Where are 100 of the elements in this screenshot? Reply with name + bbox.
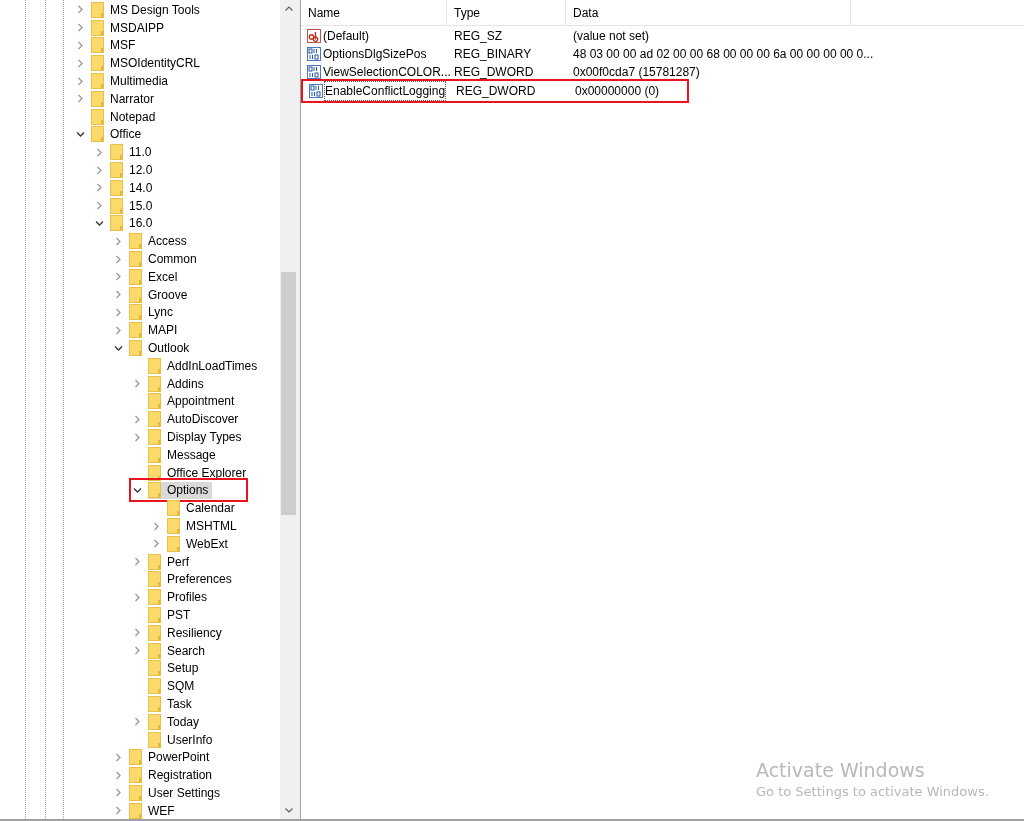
tree-item[interactable]: Narrator (91, 90, 158, 108)
value-row[interactable]: EnableConflictLogging REG_DWORD 0x00000000 (0) (301, 79, 689, 103)
tree-item[interactable]: WebExt (167, 535, 232, 553)
tree-item[interactable]: Excel (129, 268, 182, 286)
tree-item[interactable]: 15.0 (110, 197, 157, 215)
value-row[interactable]: (Default) REG_SZ (value not set) (301, 27, 650, 45)
folder-icon (129, 767, 142, 784)
chevron-down-icon[interactable] (95, 218, 104, 228)
folder-icon (129, 322, 142, 339)
value-row[interactable]: ViewSelectionCOLOR... REG_DWORD 0x00f0cda7 (15781287) (301, 63, 700, 81)
scroll-up-icon[interactable] (284, 6, 293, 11)
tree-item[interactable]: Office Explorer (148, 464, 251, 482)
tree-item[interactable]: 11.0 (110, 143, 156, 161)
chevron-down-icon[interactable] (114, 343, 123, 353)
scrollbar-thumb[interactable] (281, 272, 296, 515)
tree-item[interactable]: MSOIdentityCRL (91, 54, 205, 72)
folder-icon (110, 179, 123, 196)
folder-icon (148, 607, 161, 623)
folder-icon (148, 446, 161, 463)
folder-icon (129, 251, 142, 268)
folder-icon (129, 286, 142, 303)
tree-item[interactable]: Message (148, 446, 220, 464)
tree-item[interactable]: Preferences (148, 570, 236, 588)
tree-item[interactable]: Task (148, 695, 196, 713)
tree-item[interactable]: PowerPoint (129, 748, 214, 766)
folder-icon (91, 108, 104, 125)
tree-item[interactable]: WEF (129, 802, 179, 819)
chevron-right-icon[interactable] (133, 592, 142, 602)
tree-item[interactable]: Common (129, 250, 201, 268)
column-header[interactable]: Type (447, 0, 566, 25)
folder-icon (148, 642, 161, 659)
tree-item[interactable]: Today (148, 713, 204, 731)
tree-item[interactable]: Access (129, 232, 191, 250)
tree-item[interactable]: Addins (148, 375, 208, 393)
tree-item[interactable]: Resiliency (148, 624, 226, 642)
activation-message: Go to Settings to activate Windows. (756, 782, 990, 801)
tree-item[interactable]: Display Types (148, 428, 246, 446)
binary-value-icon (309, 84, 323, 98)
tree-item[interactable]: 14.0 (110, 179, 157, 197)
folder-icon (129, 268, 142, 285)
chevron-down-icon[interactable] (133, 485, 142, 495)
tree-item[interactable]: Search (148, 642, 210, 660)
value-type: REG_BINARY (453, 46, 533, 63)
tree-item[interactable]: MSDAIPP (91, 19, 168, 37)
tree-item[interactable]: User Settings (129, 784, 225, 802)
tree-item[interactable]: Notepad (91, 108, 160, 126)
folder-icon (91, 90, 104, 107)
activation-title: Activate Windows (756, 757, 926, 782)
folder-icon (91, 55, 104, 72)
value-name: (Default) (323, 28, 369, 45)
tree-item[interactable]: Outlook (129, 339, 194, 357)
tree-item[interactable]: Perf (148, 553, 193, 571)
chevron-right-icon[interactable] (133, 379, 142, 389)
folder-icon (148, 375, 161, 392)
tree-item[interactable]: Calendar (167, 499, 239, 517)
tree-item[interactable]: Multimedia (91, 72, 173, 90)
tree-item[interactable]: PST (148, 606, 195, 624)
folder-icon (148, 393, 161, 410)
binary-value-icon (307, 65, 321, 79)
folder-icon (148, 660, 161, 677)
tree-item[interactable]: AutoDiscover (148, 410, 243, 428)
tree-item[interactable]: MSF (91, 37, 140, 54)
folder-icon (129, 233, 142, 250)
folder-icon (167, 500, 180, 517)
value-type: REG_SZ (453, 28, 503, 45)
value-type: REG_DWORD (455, 83, 537, 100)
folder-icon (148, 553, 161, 570)
value-type: REG_DWORD (453, 64, 535, 81)
folder-icon (129, 749, 142, 766)
chevron-down-icon[interactable] (76, 129, 85, 139)
tree-item[interactable]: UserInfo (148, 731, 217, 749)
column-header[interactable]: Data (566, 0, 851, 25)
tree-item[interactable]: Lync (129, 303, 177, 321)
folder-icon (129, 340, 142, 357)
tree-item[interactable]: MAPI (129, 321, 182, 339)
folder-icon (148, 589, 161, 606)
tree-item[interactable]: AddInLoadTimes (148, 357, 262, 375)
scrollbar[interactable] (280, 0, 297, 819)
column-header[interactable]: Name (301, 0, 447, 25)
tree-item[interactable]: Office (91, 125, 146, 143)
tree-item[interactable]: 12.0 (110, 161, 157, 179)
value-row[interactable]: OptionsDlgSizePos REG_BINARY 48 03 00 00 ad 02 00 00 68 00 00 00 6a 00 00 00 00 0... (301, 45, 874, 63)
tree-item[interactable]: MSHTML (167, 517, 241, 535)
tree-item[interactable]: Registration (129, 766, 217, 784)
folder-icon (148, 678, 161, 695)
tree-item[interactable]: SQM (148, 677, 199, 695)
tree-item[interactable]: Setup (148, 659, 203, 677)
tree-item[interactable]: MS Design Tools (91, 1, 204, 19)
folder-icon (110, 162, 123, 179)
tree-item[interactable]: Options (148, 481, 213, 499)
chevron-right-icon[interactable] (133, 717, 142, 727)
folder-icon (148, 695, 161, 712)
tree-item[interactable]: Appointment (148, 392, 239, 410)
tree-item[interactable]: Groove (129, 286, 192, 304)
tree-item[interactable]: Profiles (148, 588, 211, 606)
tree-item[interactable]: 16.0 (110, 214, 157, 232)
folder-icon (148, 571, 161, 588)
scroll-down-icon[interactable] (284, 808, 293, 813)
folder-icon (148, 624, 161, 641)
value-data: (value not set) (572, 28, 650, 45)
